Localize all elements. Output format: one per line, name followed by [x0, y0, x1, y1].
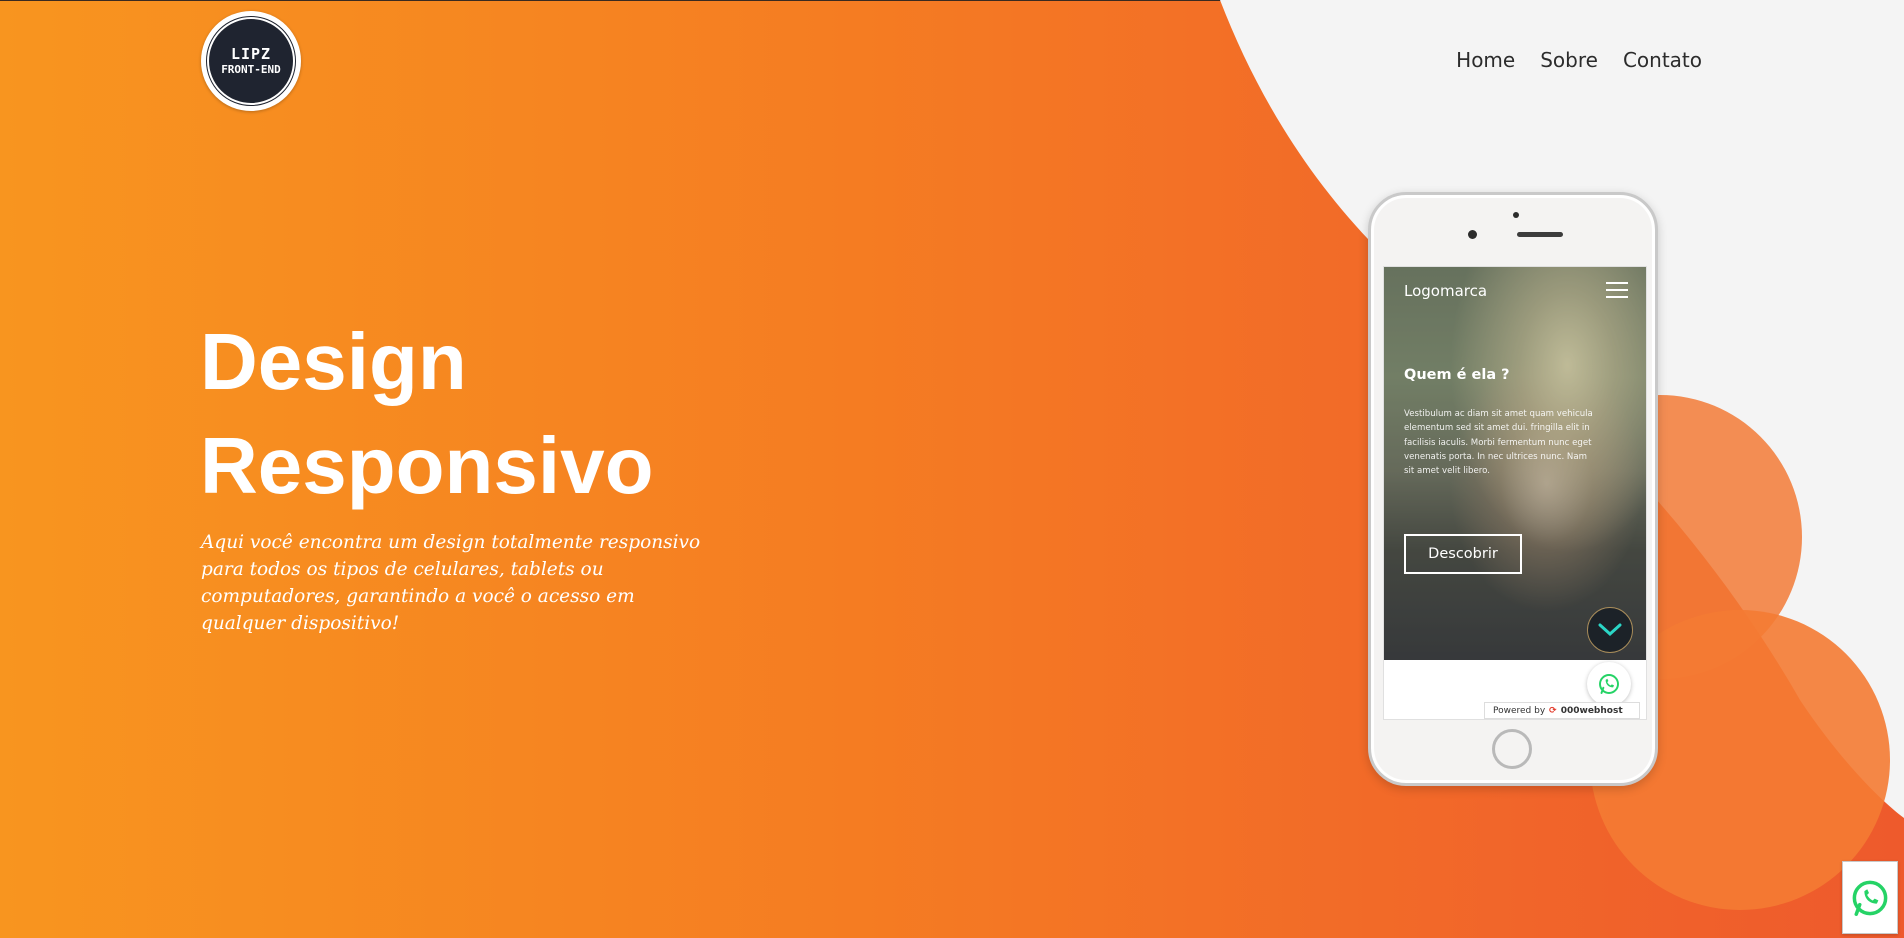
phone-mockup: Logomarca Quem é ela ? Vestibulum ac dia… [1368, 192, 1658, 786]
mobile-heading: Quem é ela ? [1404, 367, 1510, 383]
phone-sensor [1468, 230, 1477, 239]
nav-sobre-link[interactable]: Sobre [1540, 48, 1598, 72]
whatsapp-float-button[interactable] [1842, 861, 1898, 934]
phone-screen: Logomarca Quem é ela ? Vestibulum ac dia… [1383, 266, 1647, 720]
hero-title-line2: Responsivo [200, 421, 654, 510]
hamburger-menu-icon [1606, 282, 1628, 298]
hero-title: Design Responsivo [200, 310, 653, 518]
logo-line2: FRONT-END [221, 63, 281, 76]
mobile-logo-text: Logomarca [1404, 282, 1488, 300]
mobile-discover-button: Descobrir [1404, 534, 1522, 574]
whatsapp-icon [1587, 662, 1631, 706]
logo-line1: LIPZ [230, 45, 272, 63]
nav-home-link[interactable]: Home [1456, 48, 1515, 72]
phone-front-camera [1513, 212, 1519, 218]
mobile-body-text: Vestibulum ac diam sit amet quam vehicul… [1404, 409, 1593, 477]
powered-by-badge: Powered by ⟳ 000webhost [1484, 702, 1640, 719]
powered-by-label: Powered by [1493, 705, 1546, 716]
phone-speaker [1517, 232, 1563, 237]
powered-by-brand: 000webhost [1560, 705, 1623, 716]
chevron-down-icon [1587, 607, 1633, 653]
logo-badge: LIPZ FRONT-END [206, 16, 296, 106]
site-logo[interactable]: LIPZ FRONT-END [201, 11, 301, 111]
nav-contato-link[interactable]: Contato [1623, 48, 1702, 72]
phone-home-button [1492, 729, 1532, 769]
main-nav: Home Sobre Contato [1456, 48, 1702, 72]
host-logo-icon: ⟳ [1549, 705, 1557, 716]
hero-subtitle: Aqui você encontra um design totalmente … [201, 532, 701, 634]
whatsapp-icon [1852, 880, 1888, 916]
hero-title-line1: Design [200, 317, 467, 406]
